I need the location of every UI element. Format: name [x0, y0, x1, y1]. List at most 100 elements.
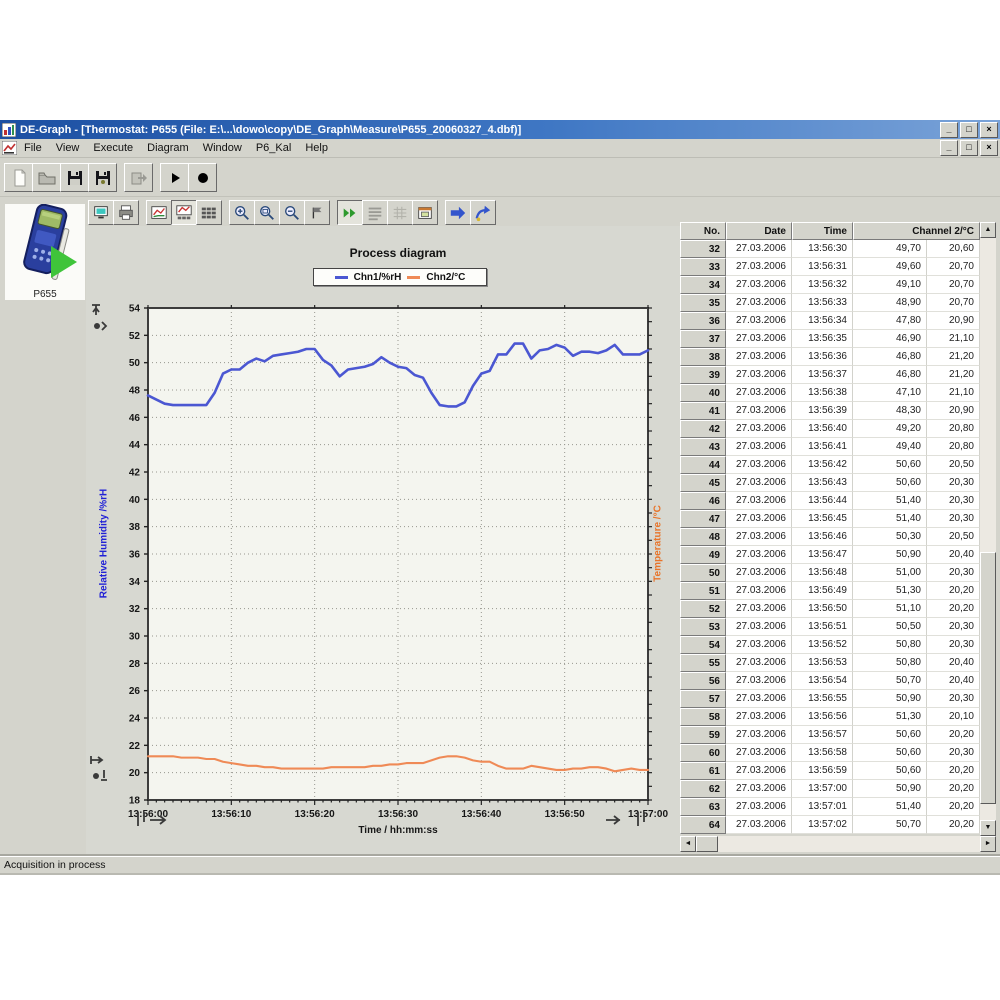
table-cell[interactable]: 27.03.2006 — [726, 492, 792, 510]
table-cell[interactable]: 20,30 — [927, 618, 980, 636]
table-row[interactable]: 6127.03.200613:56:5950,6020,20 — [680, 762, 996, 780]
monitor-view-button[interactable] — [88, 200, 114, 225]
table-cell[interactable]: 50,30 — [853, 528, 927, 546]
table-cell[interactable]: 13:56:47 — [792, 546, 853, 564]
table-cell[interactable]: 27.03.2006 — [726, 600, 792, 618]
table-cell[interactable]: 13:56:49 — [792, 582, 853, 600]
table-row[interactable]: 6427.03.200613:57:0250,7020,20 — [680, 816, 996, 834]
table-cell[interactable]: 27.03.2006 — [726, 564, 792, 582]
table-cell[interactable]: 51,40 — [853, 492, 927, 510]
table-row[interactable]: 5127.03.200613:56:4951,3020,20 — [680, 582, 996, 600]
table-cell[interactable]: 55 — [680, 654, 726, 672]
table-cell[interactable]: 49,40 — [853, 438, 927, 456]
table-cell[interactable]: 59 — [680, 726, 726, 744]
table-cell[interactable]: 27.03.2006 — [726, 672, 792, 690]
minimize-button[interactable]: _ — [940, 122, 958, 138]
table-row[interactable]: 3627.03.200613:56:3447,8020,90 — [680, 312, 996, 330]
table-cell[interactable]: 27.03.2006 — [726, 456, 792, 474]
table-cell[interactable]: 13:56:55 — [792, 690, 853, 708]
table-cell[interactable]: 13:56:46 — [792, 528, 853, 546]
table-cell[interactable]: 27.03.2006 — [726, 528, 792, 546]
table-cell[interactable]: 13:56:59 — [792, 762, 853, 780]
menu-p6_kal[interactable]: P6_Kal — [249, 140, 298, 156]
table-row[interactable]: 4327.03.200613:56:4149,4020,80 — [680, 438, 996, 456]
table-cell[interactable]: 27.03.2006 — [726, 654, 792, 672]
table-cell[interactable]: 20,80 — [927, 438, 980, 456]
table-cell[interactable]: 44 — [680, 456, 726, 474]
table-cell[interactable]: 50,80 — [853, 636, 927, 654]
table-cell[interactable]: 50 — [680, 564, 726, 582]
table-cell[interactable]: 27.03.2006 — [726, 798, 792, 816]
cursor-flag-button[interactable] — [304, 200, 330, 225]
table-cell[interactable]: 13:57:00 — [792, 780, 853, 798]
table-cell[interactable]: 21,20 — [927, 366, 980, 384]
table-cell[interactable]: 20,30 — [927, 744, 980, 762]
table-cell[interactable]: 27.03.2006 — [726, 438, 792, 456]
table-cell[interactable]: 40 — [680, 384, 726, 402]
table-row[interactable]: 5327.03.200613:56:5150,5020,30 — [680, 618, 996, 636]
record-button[interactable] — [188, 163, 217, 192]
table-cell[interactable]: 27.03.2006 — [726, 366, 792, 384]
table-row[interactable]: 3827.03.200613:56:3646,8021,20 — [680, 348, 996, 366]
table-cell[interactable]: 13:56:39 — [792, 402, 853, 420]
export-button[interactable] — [124, 163, 153, 192]
window-tile-button[interactable] — [412, 200, 438, 225]
table-cell[interactable]: 50,50 — [853, 618, 927, 636]
table-cell[interactable]: 57 — [680, 690, 726, 708]
table-cell[interactable]: 41 — [680, 402, 726, 420]
go-to-end-button[interactable] — [470, 200, 496, 225]
table-cell[interactable]: 20,30 — [927, 690, 980, 708]
table-row[interactable]: 4027.03.200613:56:3847,1021,10 — [680, 384, 996, 402]
table-row[interactable]: 4727.03.200613:56:4551,4020,30 — [680, 510, 996, 528]
table-vertical-scrollbar[interactable]: ▲ ▼ — [980, 222, 996, 836]
table-cell[interactable]: 27.03.2006 — [726, 330, 792, 348]
table-cell[interactable]: 52 — [680, 600, 726, 618]
menu-view[interactable]: View — [49, 140, 87, 156]
table-cell[interactable]: 13:56:51 — [792, 618, 853, 636]
table-cell[interactable]: 13:56:42 — [792, 456, 853, 474]
table-cell[interactable]: 27.03.2006 — [726, 510, 792, 528]
table-cell[interactable]: 49,60 — [853, 258, 927, 276]
scroll-up-icon[interactable]: ▲ — [980, 222, 996, 238]
table-cell[interactable]: 20,80 — [927, 420, 980, 438]
restore-button[interactable]: □ — [960, 122, 978, 138]
menu-window[interactable]: Window — [196, 140, 249, 156]
table-cell[interactable]: 21,20 — [927, 348, 980, 366]
table-row[interactable]: 3727.03.200613:56:3546,9021,10 — [680, 330, 996, 348]
table-cell[interactable]: 20,20 — [927, 582, 980, 600]
table-cell[interactable]: 51,40 — [853, 798, 927, 816]
y-axis-pan-top-control[interactable] — [88, 302, 110, 339]
table-cell[interactable]: 20,50 — [927, 456, 980, 474]
table-row[interactable]: 5227.03.200613:56:5051,1020,20 — [680, 600, 996, 618]
zoom-out-button[interactable] — [279, 200, 305, 225]
table-cell[interactable]: 51,30 — [853, 582, 927, 600]
table-cell[interactable]: 49,20 — [853, 420, 927, 438]
table-cell[interactable]: 27.03.2006 — [726, 240, 792, 258]
table-row[interactable]: 3427.03.200613:56:3249,1020,70 — [680, 276, 996, 294]
table-cell[interactable]: 50,60 — [853, 726, 927, 744]
table-cell[interactable]: 20,20 — [927, 600, 980, 618]
horizontal-scroll-thumb[interactable] — [696, 836, 718, 852]
table-cell[interactable]: 36 — [680, 312, 726, 330]
table-cell[interactable]: 20,30 — [927, 636, 980, 654]
table-row[interactable]: 5427.03.200613:56:5250,8020,30 — [680, 636, 996, 654]
table-row[interactable]: 4927.03.200613:56:4750,9020,40 — [680, 546, 996, 564]
table-cell[interactable]: 61 — [680, 762, 726, 780]
table-row[interactable]: 4827.03.200613:56:4650,3020,50 — [680, 528, 996, 546]
table-row[interactable]: 5627.03.200613:56:5450,7020,40 — [680, 672, 996, 690]
table-cell[interactable]: 27.03.2006 — [726, 294, 792, 312]
table-cell[interactable]: 27.03.2006 — [726, 384, 792, 402]
diagram-view-button[interactable] — [146, 200, 172, 225]
table-cell[interactable]: 27.03.2006 — [726, 474, 792, 492]
table-cell[interactable]: 43 — [680, 438, 726, 456]
scroll-down-icon[interactable]: ▼ — [980, 820, 996, 836]
table-cell[interactable]: 13:56:44 — [792, 492, 853, 510]
header-channel2[interactable]: Channel 2/°C — [853, 222, 980, 240]
table-cell[interactable]: 13:57:01 — [792, 798, 853, 816]
table-cell[interactable]: 48 — [680, 528, 726, 546]
table-cell[interactable]: 50,90 — [853, 546, 927, 564]
table-cell[interactable]: 27.03.2006 — [726, 618, 792, 636]
table-cell[interactable]: 42 — [680, 420, 726, 438]
table-row[interactable]: 3327.03.200613:56:3149,6020,70 — [680, 258, 996, 276]
table-cell[interactable]: 51,30 — [853, 708, 927, 726]
